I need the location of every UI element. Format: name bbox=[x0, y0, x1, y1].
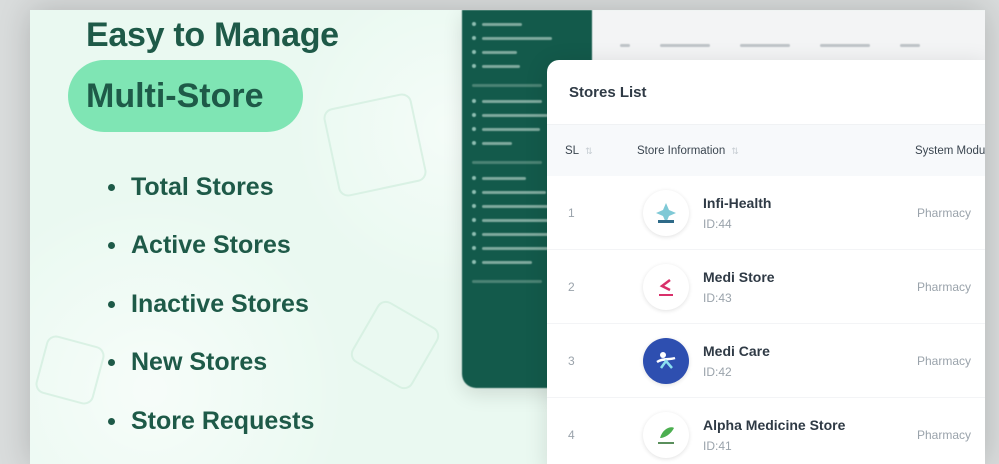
store-name[interactable]: Medi Store bbox=[703, 269, 775, 285]
store-name[interactable]: Alpha Medicine Store bbox=[703, 417, 845, 433]
alpha-medicine-logo-icon bbox=[643, 411, 689, 458]
bullet-icon bbox=[108, 359, 115, 367]
table-row[interactable]: 4 Alpha Medicine Store ID:41 Pharmacy bbox=[547, 398, 985, 464]
row-sl: 4 bbox=[568, 427, 575, 442]
medi-store-logo-icon bbox=[643, 263, 689, 310]
column-header-store-information[interactable]: Store Information ⇅ bbox=[637, 145, 915, 157]
highlight-text: Multi-Store bbox=[86, 76, 264, 115]
table-row[interactable]: 2 Medi Store ID:43 Pharmacy bbox=[547, 250, 985, 324]
sidebar-section-heading bbox=[472, 161, 542, 164]
feature-label: Total Stores bbox=[131, 172, 274, 201]
feature-list: Total Stores Active Stores Inactive Stor… bbox=[108, 158, 314, 451]
store-module: Pharmacy bbox=[917, 279, 972, 294]
store-id: ID:43 bbox=[703, 290, 732, 305]
column-header-system-module[interactable]: System Modu bbox=[915, 145, 985, 157]
feature-label: New Stores bbox=[131, 348, 268, 377]
feature-item: Inactive Stores bbox=[108, 275, 314, 334]
bullet-icon bbox=[108, 300, 115, 308]
highlight-pill: Multi-Store bbox=[68, 60, 303, 132]
row-sl: 2 bbox=[568, 279, 575, 294]
stores-list-card: Stores List SL ⇅ Store Information ⇅ Syste… bbox=[547, 60, 985, 464]
card-title: Stores List bbox=[569, 83, 647, 101]
bullet-icon bbox=[108, 183, 115, 191]
store-name[interactable]: Infi-Health bbox=[703, 195, 771, 211]
feature-item: Active Stores bbox=[108, 217, 314, 276]
table-row[interactable]: 3 Medi Care ID:42 Pharmacy bbox=[547, 324, 985, 398]
medi-care-logo-icon bbox=[643, 337, 689, 384]
store-info: Medi Care ID:42 bbox=[637, 337, 915, 384]
decor-box-outline bbox=[33, 333, 107, 407]
bullet-icon bbox=[108, 417, 115, 425]
feature-label: Inactive Stores bbox=[131, 289, 309, 318]
feature-label: Store Requests bbox=[131, 406, 315, 435]
sort-icon[interactable]: ⇅ bbox=[585, 146, 593, 156]
table-row[interactable]: 1 Infi-Health ID:44 Pharmacy bbox=[547, 176, 985, 250]
sidebar-item[interactable] bbox=[472, 46, 582, 58]
infi-health-logo-icon bbox=[643, 189, 689, 236]
store-module: Pharmacy bbox=[917, 427, 972, 442]
store-name[interactable]: Medi Care bbox=[703, 343, 770, 359]
feature-label: Active Stores bbox=[131, 231, 291, 260]
feature-item: New Stores bbox=[108, 334, 314, 393]
feature-item: Store Requests bbox=[108, 392, 314, 451]
store-id: ID:44 bbox=[703, 216, 732, 231]
sidebar-item[interactable] bbox=[472, 32, 582, 44]
row-sl: 1 bbox=[568, 205, 575, 220]
headline: Easy to Manage bbox=[86, 16, 339, 54]
column-header-sl[interactable]: SL ⇅ bbox=[547, 145, 637, 157]
row-sl: 3 bbox=[568, 353, 575, 368]
feature-item: Total Stores bbox=[108, 158, 314, 217]
table-header: SL ⇅ Store Information ⇅ System Modu bbox=[547, 124, 985, 176]
store-id: ID:41 bbox=[703, 438, 732, 453]
admin-table-header-blur bbox=[592, 30, 985, 60]
store-id: ID:42 bbox=[703, 364, 732, 379]
store-info: Medi Store ID:43 bbox=[637, 263, 915, 310]
sidebar-section-heading bbox=[472, 84, 542, 87]
decor-bag-outline bbox=[321, 91, 429, 199]
sidebar-section-heading bbox=[472, 280, 542, 283]
store-info: Alpha Medicine Store ID:41 bbox=[637, 411, 915, 458]
sort-icon[interactable]: ⇅ bbox=[731, 146, 739, 156]
store-module: Pharmacy bbox=[917, 205, 972, 220]
decor-tag-outline bbox=[347, 297, 443, 393]
bullet-icon bbox=[108, 242, 115, 250]
store-module: Pharmacy bbox=[917, 353, 972, 368]
sidebar-item[interactable] bbox=[472, 18, 582, 30]
store-info: Infi-Health ID:44 bbox=[637, 189, 915, 236]
promo-banner: Easy to Manage Multi-Store Total Stores … bbox=[30, 10, 985, 464]
